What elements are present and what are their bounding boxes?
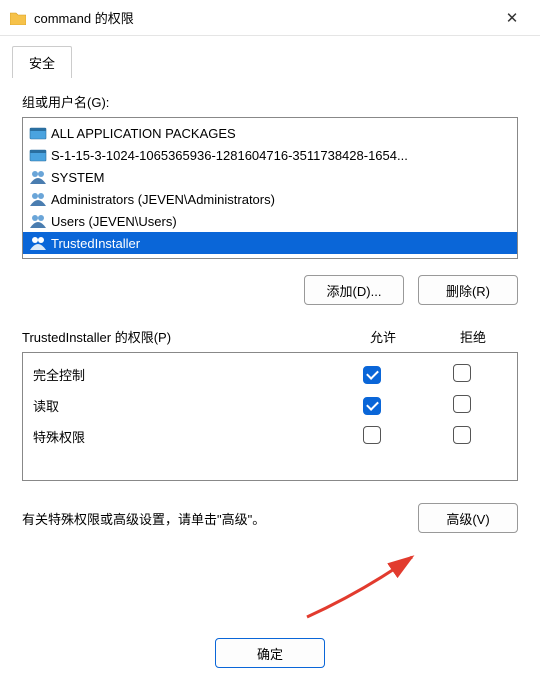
deny-checkbox[interactable] xyxy=(453,395,471,413)
permission-label: 读取 xyxy=(33,396,327,415)
package-icon xyxy=(29,125,47,141)
permission-row: 读取 xyxy=(23,390,517,421)
annotation-arrow xyxy=(302,552,432,622)
principal-row[interactable]: Administrators (JEVEN\Administrators) xyxy=(23,188,517,210)
bottom-bar: 确定 xyxy=(0,638,540,668)
principal-row[interactable]: TrustedInstaller xyxy=(23,232,517,254)
principal-row[interactable]: S-1-15-3-1024-1065365936-1281604716-3511… xyxy=(23,144,517,166)
principal-row[interactable]: SYSTEM xyxy=(23,166,517,188)
permissions-header: TrustedInstaller 的权限(P) 允许 拒绝 xyxy=(22,327,518,346)
principal-name: Users (JEVEN\Users) xyxy=(51,214,177,229)
group-icon xyxy=(29,169,47,185)
principal-name: S-1-15-3-1024-1065365936-1281604716-3511… xyxy=(51,148,408,163)
allow-checkbox[interactable] xyxy=(363,366,381,384)
deny-column-header: 拒绝 xyxy=(428,327,518,346)
permissions-box: 完全控制读取特殊权限 xyxy=(22,352,518,481)
allow-checkbox[interactable] xyxy=(363,397,381,415)
titlebar: command 的权限 ✕ xyxy=(0,0,540,36)
tabs: 安全 xyxy=(0,46,540,78)
add-button[interactable]: 添加(D)... xyxy=(304,275,404,305)
deny-checkbox[interactable] xyxy=(453,426,471,444)
package-icon xyxy=(29,147,47,163)
principal-name: TrustedInstaller xyxy=(51,236,140,251)
window-title: command 的权限 xyxy=(34,8,494,27)
advanced-hint: 有关特殊权限或高级设置，请单击"高级"。 xyxy=(22,509,398,528)
deny-checkbox[interactable] xyxy=(453,364,471,382)
ok-button[interactable]: 确定 xyxy=(215,638,325,668)
principal-name: ALL APPLICATION PACKAGES xyxy=(51,126,236,141)
allow-column-header: 允许 xyxy=(338,327,428,346)
permission-label: 特殊权限 xyxy=(33,427,327,446)
remove-button[interactable]: 删除(R) xyxy=(418,275,518,305)
tab-security[interactable]: 安全 xyxy=(12,46,72,78)
principal-row[interactable]: Users (JEVEN\Users) xyxy=(23,210,517,232)
group-icon xyxy=(29,235,47,251)
permission-label: 完全控制 xyxy=(33,365,327,384)
principal-name: SYSTEM xyxy=(51,170,104,185)
principal-row[interactable]: ALL APPLICATION PACKAGES xyxy=(23,122,517,144)
permission-row: 特殊权限 xyxy=(23,421,517,452)
group-users-label: 组或用户名(G): xyxy=(22,92,518,111)
advanced-button[interactable]: 高级(V) xyxy=(418,503,518,533)
group-icon xyxy=(29,213,47,229)
principal-name: Administrators (JEVEN\Administrators) xyxy=(51,192,275,207)
folder-icon xyxy=(10,11,26,25)
group-icon xyxy=(29,191,47,207)
close-button[interactable]: ✕ xyxy=(494,9,530,27)
principals-list[interactable]: ALL APPLICATION PACKAGES S-1-15-3-1024-10… xyxy=(22,117,518,259)
permission-row: 完全控制 xyxy=(23,359,517,390)
permissions-for-label: TrustedInstaller 的权限(P) xyxy=(22,327,338,346)
allow-checkbox[interactable] xyxy=(363,426,381,444)
